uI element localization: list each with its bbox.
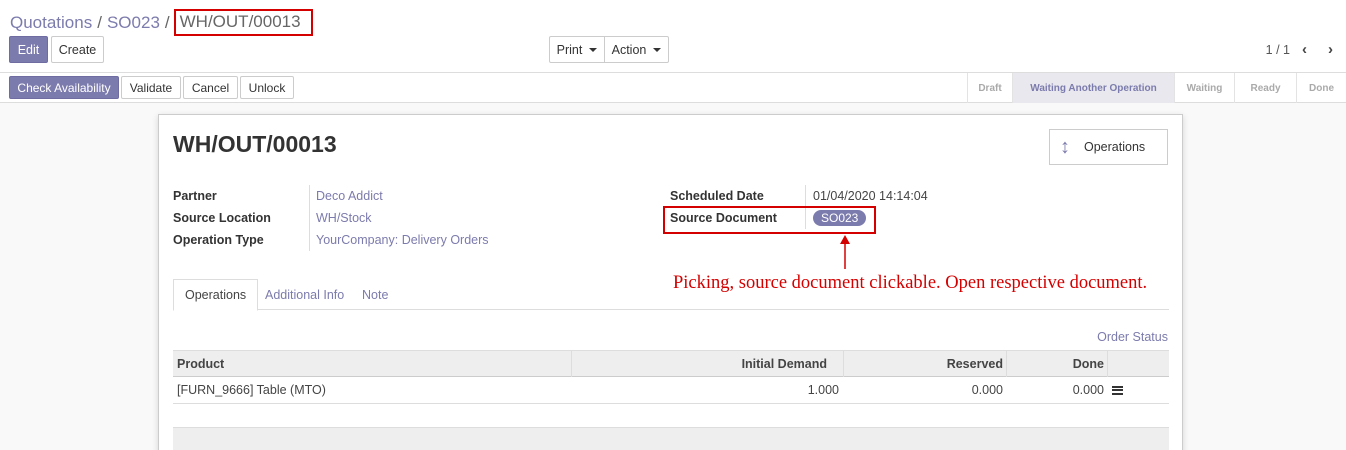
tab-operations[interactable]: Operations [173, 279, 259, 311]
table-footer [173, 427, 1169, 450]
field-divider [309, 185, 310, 251]
caret-down-icon [589, 47, 598, 52]
scheduled-date-value: 01/04/2020 14:14:04 [813, 189, 928, 203]
order-status-link[interactable]: Order Status [1097, 330, 1168, 344]
chevron-left-icon[interactable]: ‹ [1302, 41, 1307, 58]
control-panel: Quotations / SO023 / WH/OUT/00013 Edit C… [0, 0, 1346, 103]
create-button[interactable]: Create [51, 36, 104, 63]
partner-value[interactable]: Deco Addict [316, 189, 383, 203]
cell-reserved: 0.000 [971, 383, 1003, 397]
list-icon [1112, 385, 1123, 395]
tab-additional-info[interactable]: Additional Info [254, 279, 355, 310]
operation-type-value[interactable]: YourCompany: Delivery Orders [316, 233, 489, 247]
breadcrumb-separator: / [164, 12, 170, 32]
cancel-button[interactable]: Cancel [183, 76, 238, 99]
caret-down-icon [653, 47, 662, 52]
tab-note[interactable]: Note [351, 279, 399, 310]
form-sheet: WH/OUT/00013 ↕ Operations Partner Source… [158, 114, 1183, 450]
detail-button[interactable] [1112, 377, 1123, 403]
table-header: Product Initial Demand Reserved Done [173, 350, 1169, 377]
stage-ready[interactable]: Ready [1234, 73, 1296, 103]
action-dropdown[interactable]: Action [604, 36, 669, 63]
stage-waiting[interactable]: Waiting [1174, 73, 1234, 103]
cell-done: 0.000 [1072, 383, 1104, 397]
highlight-box [663, 206, 876, 234]
chevron-right-icon[interactable]: › [1328, 41, 1333, 58]
stage-done[interactable]: Done [1296, 73, 1346, 103]
operations-smart-button[interactable]: ↕ Operations [1049, 129, 1168, 165]
vertical-arrows-icon: ↕ [1060, 136, 1070, 158]
operation-type-label: Operation Type [173, 233, 264, 247]
breadcrumb: Quotations / SO023 / WH/OUT/00013 [10, 9, 313, 36]
cell-initial-demand: 1.000 [807, 383, 839, 397]
breadcrumb-so023[interactable]: SO023 [107, 13, 160, 33]
status-bar: Draft Waiting Another Operation Waiting … [967, 73, 1346, 103]
notebook-tabs: Operations Additional Info Note [173, 279, 1169, 311]
col-initial-demand[interactable]: Initial Demand [571, 351, 827, 377]
source-location-value[interactable]: WH/Stock [316, 211, 372, 225]
unlock-button[interactable]: Unlock [240, 76, 294, 99]
record-title: WH/OUT/00013 [173, 131, 337, 157]
arrow-up-icon [840, 235, 850, 269]
validate-button[interactable]: Validate [121, 76, 181, 99]
stage-waiting-another-operation[interactable]: Waiting Another Operation [1012, 73, 1174, 103]
col-product[interactable]: Product [177, 351, 224, 377]
breadcrumb-current: WH/OUT/00013 [173, 9, 313, 36]
breadcrumb-separator: / [97, 12, 102, 32]
col-done[interactable]: Done [1006, 351, 1104, 377]
print-label: Print [556, 42, 583, 57]
scheduled-date-label: Scheduled Date [670, 189, 764, 203]
column-divider [1107, 351, 1108, 377]
stage-draft[interactable]: Draft [967, 73, 1012, 103]
source-location-label: Source Location [173, 211, 271, 225]
action-label: Action [611, 42, 647, 57]
operations-button-label: Operations [1084, 140, 1146, 154]
edit-button[interactable]: Edit [9, 36, 48, 63]
cell-product: [FURN_9666] Table (MTO) [177, 383, 326, 397]
print-dropdown[interactable]: Print [549, 36, 605, 63]
table-row[interactable]: [FURN_9666] Table (MTO) 1.000 0.000 0.00… [173, 377, 1169, 404]
col-reserved[interactable]: Reserved [843, 351, 1003, 377]
partner-label: Partner [173, 189, 217, 203]
breadcrumb-quotations[interactable]: Quotations [10, 13, 92, 33]
pager-value[interactable]: 1 / 1 [1266, 43, 1290, 57]
check-availability-button[interactable]: Check Availability [9, 76, 119, 99]
